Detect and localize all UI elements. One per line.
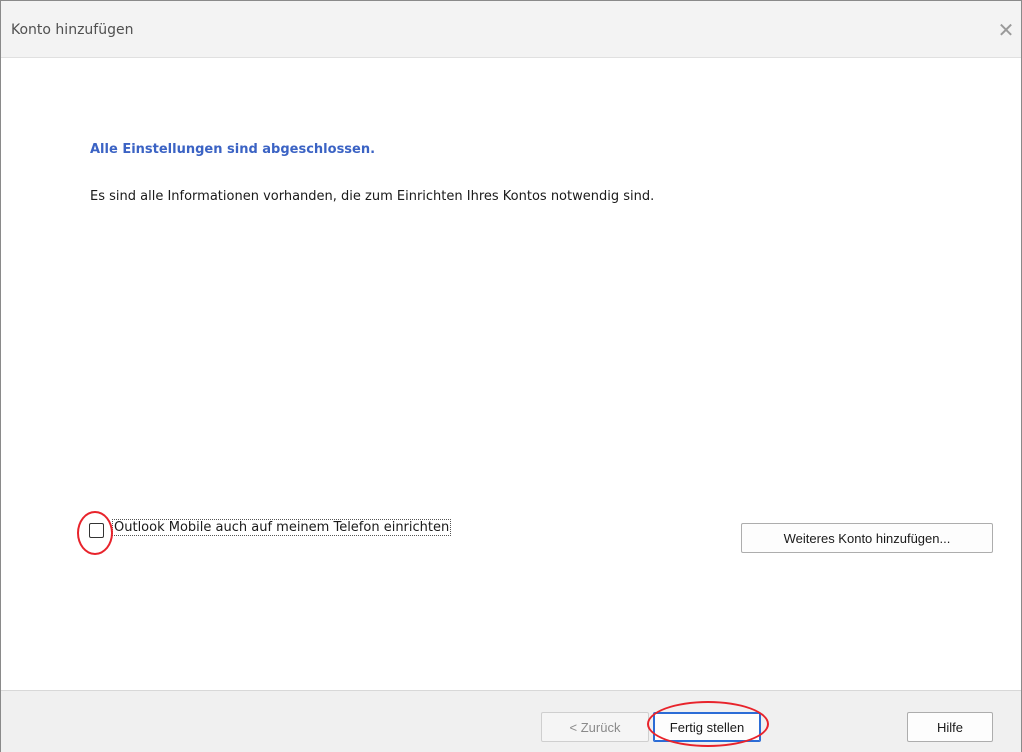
- help-button[interactable]: Hilfe: [907, 712, 993, 742]
- window-title: Konto hinzufügen: [11, 22, 134, 38]
- finish-button[interactable]: Fertig stellen: [653, 712, 761, 742]
- title-bar: Konto hinzufügen ✕: [1, 1, 1021, 58]
- outlook-mobile-checkbox-label[interactable]: Outlook Mobile auch auf meinem Telefon e…: [111, 519, 452, 536]
- completion-info-text: Es sind alle Informationen vorhanden, di…: [90, 189, 655, 204]
- completion-heading: Alle Einstellungen sind abgeschlossen.: [90, 142, 376, 157]
- add-another-account-button[interactable]: Weiteres Konto hinzufügen...: [741, 523, 993, 553]
- outlook-mobile-checkbox[interactable]: [89, 523, 104, 538]
- back-button[interactable]: < Zurück: [541, 712, 649, 742]
- dialog-footer: < Zurück Fertig stellen Hilfe: [1, 690, 1021, 752]
- close-icon[interactable]: ✕: [991, 15, 1021, 45]
- add-account-dialog: Konto hinzufügen ✕ Alle Einstellungen si…: [0, 0, 1022, 752]
